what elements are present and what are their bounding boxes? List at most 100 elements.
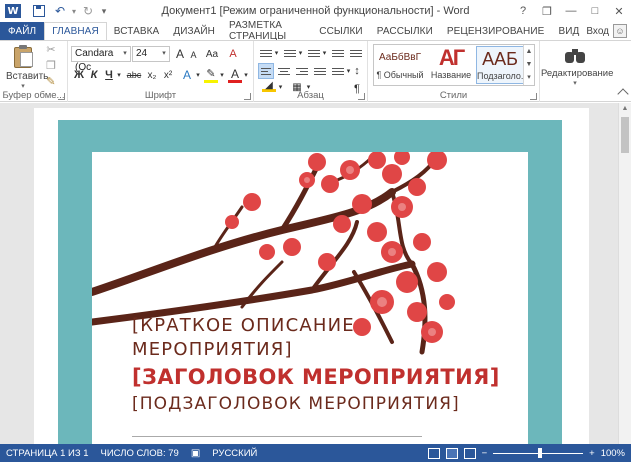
font-size-dropdown-icon[interactable]: ▾: [159, 47, 169, 61]
underline-button[interactable]: Ч: [103, 67, 115, 83]
text-effects-icon[interactable]: A: [180, 67, 194, 83]
font-name-dropdown-icon[interactable]: ▾: [120, 47, 130, 61]
clear-formatting-icon[interactable]: A: [225, 46, 241, 62]
paragraph-group: ▾ ▾ ▾ ▾ ◢ ▾ ▦ ▾ ↕ ¶ Абзац: [254, 41, 368, 102]
page[interactable]: [КРАТКОЕ ОПИСАНИЕ МЕРОПРИЯТИЯ] [ЗАГОЛОВО…: [34, 108, 589, 444]
font-color-icon[interactable]: A: [228, 67, 242, 83]
strikethrough-button[interactable]: abc: [125, 67, 143, 83]
underline-dropdown-icon[interactable]: ▾: [115, 67, 123, 83]
bullets-dropdown-icon[interactable]: ▾: [273, 45, 280, 61]
proofing-icon[interactable]: ▣: [185, 448, 206, 459]
sign-in-link[interactable]: Вход: [586, 26, 609, 37]
language[interactable]: РУССКИЙ: [206, 448, 263, 459]
web-layout-icon[interactable]: [463, 447, 476, 459]
clipboard-launcher-icon[interactable]: [58, 93, 65, 100]
ribbon: Вставить ▾ ✂ ❐ ✎ Буфер обме... Candara (…: [0, 40, 631, 102]
close-button[interactable]: ✕: [607, 0, 631, 22]
text-effects-dropdown-icon[interactable]: ▾: [194, 67, 202, 83]
zoom-slider[interactable]: [493, 448, 584, 458]
paragraph-launcher-icon[interactable]: [358, 93, 365, 100]
event-summary[interactable]: [КРАТКОЕ ОПИСАНИЕ МЕРОПРИЯТИЯ]: [132, 314, 462, 362]
cut-icon[interactable]: ✂: [44, 43, 58, 57]
styles-scroll[interactable]: ▲ ▼ ▾: [523, 45, 534, 85]
numbering-icon[interactable]: [282, 45, 298, 61]
font-name-box[interactable]: Candara (Ос ▾: [71, 46, 131, 73]
event-subtitle[interactable]: [ПОДЗАГОЛОВОК МЕРОПРИЯТИЯ]: [132, 393, 472, 415]
increase-indent-icon[interactable]: [348, 45, 364, 61]
customize-qat-icon[interactable]: ▾: [97, 0, 111, 22]
paste-dropdown-icon[interactable]: ▾: [6, 82, 40, 90]
highlight-color-icon[interactable]: ✎: [204, 67, 218, 83]
tab-design[interactable]: ДИЗАЙН: [166, 22, 222, 40]
font-launcher-icon[interactable]: [244, 93, 251, 100]
style-normal[interactable]: АаБбВвГ ¶ Обычный: [375, 46, 425, 84]
numbering-dropdown-icon[interactable]: ▾: [297, 45, 304, 61]
word-app-icon[interactable]: W: [5, 4, 21, 18]
zoom-slider-knob[interactable]: [538, 448, 543, 458]
save-icon[interactable]: [33, 5, 45, 17]
page-count[interactable]: СТРАНИЦА 1 ИЗ 1: [0, 448, 95, 459]
tab-insert[interactable]: ВСТАВКА: [107, 22, 167, 40]
styles-launcher-icon[interactable]: [530, 93, 537, 100]
zoom-out-button[interactable]: −: [482, 448, 488, 459]
italic-button[interactable]: К: [88, 67, 100, 83]
font-color-dropdown-icon[interactable]: ▾: [242, 67, 250, 83]
paste-button[interactable]: Вставить ▾: [6, 44, 48, 90]
redo-icon[interactable]: ↻: [79, 0, 97, 22]
line-spacing-icon[interactable]: [330, 63, 346, 79]
tab-file[interactable]: ФАЙЛ: [0, 22, 45, 40]
align-left-icon[interactable]: [258, 63, 274, 79]
change-case-icon[interactable]: Aa: [203, 46, 221, 62]
justify-icon[interactable]: [312, 63, 328, 79]
sort-icon[interactable]: ↕: [350, 63, 364, 79]
binoculars-icon: [564, 46, 586, 64]
styles-more-icon[interactable]: ▾: [524, 71, 534, 84]
align-center-icon[interactable]: [276, 63, 292, 79]
ribbon-display-options-icon[interactable]: ❐: [535, 0, 559, 22]
tab-view[interactable]: ВИД: [551, 22, 586, 40]
collapse-ribbon-icon[interactable]: [617, 88, 629, 100]
scroll-thumb[interactable]: [621, 117, 629, 153]
zoom-in-button[interactable]: +: [589, 448, 595, 459]
grow-font-icon[interactable]: A: [174, 46, 186, 62]
editing-group[interactable]: Редактирование ▾: [541, 44, 613, 87]
shrink-font-icon[interactable]: A: [188, 47, 199, 63]
bold-button[interactable]: Ж: [73, 67, 85, 83]
avatar[interactable]: ☺: [613, 24, 627, 38]
minimize-button[interactable]: —: [559, 0, 583, 22]
superscript-button[interactable]: x²: [161, 67, 175, 83]
tab-mailings[interactable]: РАССЫЛКИ: [370, 22, 440, 40]
copy-icon[interactable]: ❐: [44, 59, 58, 73]
styles-down-icon[interactable]: ▼: [524, 58, 534, 71]
quick-access-toolbar: W ↶ ▾ ↻ ▾: [0, 0, 111, 22]
align-right-icon[interactable]: [294, 63, 310, 79]
vertical-scrollbar[interactable]: ▲: [618, 103, 631, 444]
tab-home[interactable]: ГЛАВНАЯ: [44, 22, 107, 41]
help-button[interactable]: ?: [511, 0, 535, 22]
multilevel-list-icon[interactable]: [306, 45, 322, 61]
undo-icon[interactable]: ↶: [51, 0, 69, 22]
font-size-box[interactable]: 24 ▾: [132, 46, 170, 62]
undo-dropdown-icon[interactable]: ▾: [69, 0, 79, 22]
document-area[interactable]: [КРАТКОЕ ОПИСАНИЕ МЕРОПРИЯТИЯ] [ЗАГОЛОВО…: [0, 103, 631, 444]
multilevel-dropdown-icon[interactable]: ▾: [321, 45, 328, 61]
decrease-indent-icon[interactable]: [330, 45, 346, 61]
styles-up-icon[interactable]: ▲: [524, 45, 534, 58]
styles-group-label: Стили: [439, 90, 468, 101]
style-subtitle[interactable]: ААБ Подзаголо...: [476, 46, 524, 84]
word-count[interactable]: ЧИСЛО СЛОВ: 79: [95, 448, 185, 459]
tab-page-layout[interactable]: РАЗМЕТКА СТРАНИЦЫ: [222, 20, 312, 42]
style-title[interactable]: АГ Название: [426, 46, 476, 84]
highlight-dropdown-icon[interactable]: ▾: [218, 67, 226, 83]
print-layout-icon[interactable]: [445, 447, 458, 459]
zoom-level[interactable]: 100%: [601, 448, 625, 459]
bullets-icon[interactable]: [258, 45, 274, 61]
tab-review[interactable]: РЕЦЕНЗИРОВАНИЕ: [440, 22, 552, 40]
format-painter-icon[interactable]: ✎: [44, 75, 58, 89]
maximize-button[interactable]: □: [583, 0, 607, 22]
scroll-up-icon[interactable]: ▲: [619, 103, 631, 115]
tab-references[interactable]: ССЫЛКИ: [312, 22, 369, 40]
subscript-button[interactable]: x₂: [145, 67, 159, 83]
event-title[interactable]: [ЗАГОЛОВОК МЕРОПРИЯТИЯ]: [132, 364, 499, 390]
read-mode-icon[interactable]: [427, 447, 440, 459]
